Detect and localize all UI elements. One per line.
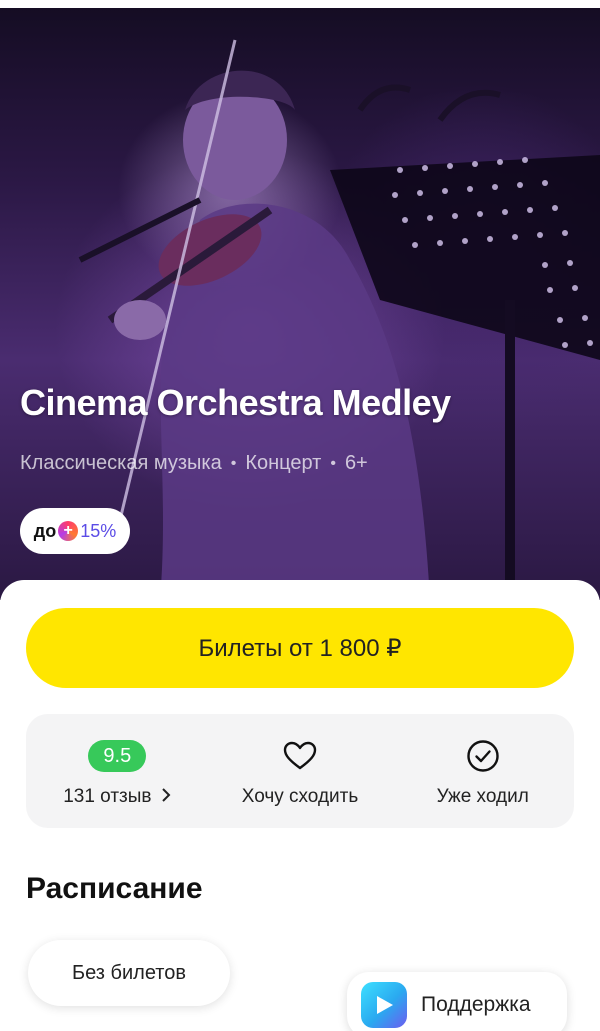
schedule-filter-chip[interactable]: Без билетов [28, 940, 230, 1006]
support-button[interactable]: Поддержка [347, 972, 567, 1031]
event-type: Концерт [245, 452, 322, 474]
event-details-sheet: Билеты от 1 800 ₽ 9.5 131 отзыв Хочу схо… [0, 580, 600, 1031]
status-bar-area [0, 0, 600, 8]
support-play-icon [361, 982, 407, 1028]
chevron-right-icon [161, 787, 171, 808]
support-label: Поддержка [421, 993, 531, 1016]
event-meta: Классическая музыка • Концерт • 6+ [20, 452, 368, 475]
reviews-count: 131 отзыв [63, 786, 152, 807]
reviews-label: 131 отзыв [63, 786, 171, 808]
reviews-action[interactable]: 9.5 131 отзыв [26, 714, 209, 828]
check-circle-icon [466, 740, 500, 772]
buy-tickets-button[interactable]: Билеты от 1 800 ₽ [26, 608, 574, 688]
actions-card: 9.5 131 отзыв Хочу сходить Уже ходил [26, 714, 574, 828]
promo-prefix: до [33, 520, 57, 541]
event-genre: Классическая музыка [20, 452, 222, 474]
rating-badge: 9.5 [88, 740, 147, 772]
event-age-rating: 6+ [344, 452, 368, 474]
schedule-title: Расписание [26, 872, 203, 905]
want-to-go-label: Хочу сходить [241, 786, 359, 807]
separator-dot: • [330, 454, 336, 472]
promo-value: 15% [80, 520, 117, 541]
event-title: Cinema Orchestra Medley [20, 382, 451, 423]
cashback-promo-badge[interactable]: до + 15% [20, 508, 130, 554]
event-hero: Cinema Orchestra Medley Классическая муз… [0, 0, 600, 600]
visited-label: Уже ходил [436, 786, 529, 807]
visited-action[interactable]: Уже ходил [391, 714, 574, 828]
heart-icon [283, 740, 317, 772]
want-to-go-action[interactable]: Хочу сходить [209, 714, 392, 828]
plus-icon: + [58, 521, 79, 541]
separator-dot: • [230, 454, 237, 472]
